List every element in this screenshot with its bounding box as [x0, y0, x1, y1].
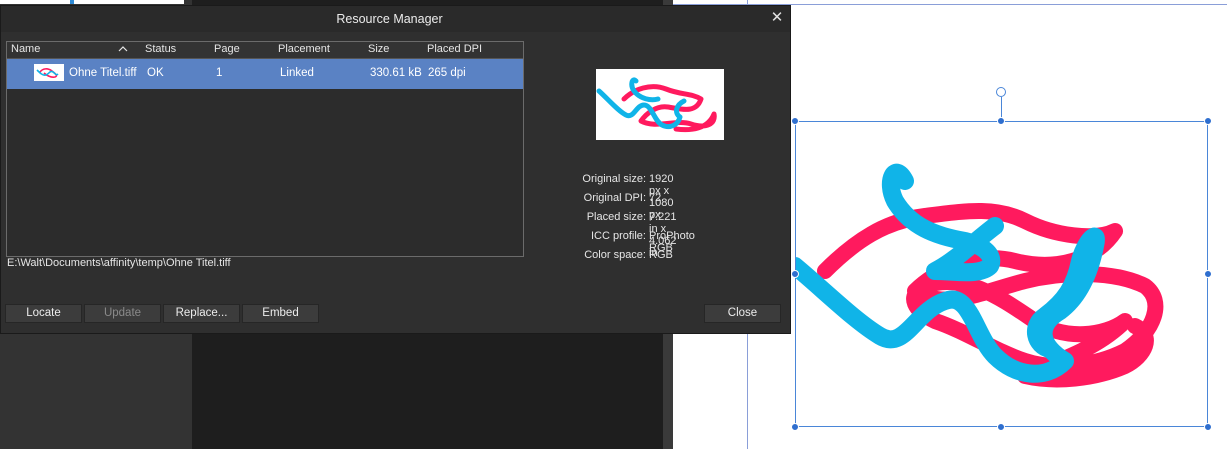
row-size: 330.61 kB — [370, 67, 422, 79]
resize-handle-bottom-left[interactable] — [791, 423, 799, 431]
close-button[interactable]: Close — [704, 304, 781, 323]
column-header-placement[interactable]: Placement — [278, 43, 330, 55]
original-size-label: Original size: — [582, 173, 646, 185]
original-dpi-label: Original DPI: — [583, 192, 646, 204]
table-row[interactable]: Ohne Titel.tiff OK 1 Linked 330.61 kB 26… — [7, 59, 523, 89]
resize-handle-left[interactable] — [791, 270, 799, 278]
rotation-handle[interactable] — [996, 87, 1006, 97]
row-page: 1 — [216, 67, 223, 79]
resize-handle-bottom-right[interactable] — [1204, 423, 1212, 431]
row-status: OK — [147, 67, 164, 79]
locate-button[interactable]: Locate — [5, 304, 82, 323]
file-path: E:\Walt\Documents\affinity\temp\Ohne Tit… — [7, 257, 231, 269]
column-header-placed-dpi[interactable]: Placed DPI — [427, 43, 482, 55]
selection-box — [795, 121, 1208, 427]
color-space-label: Color space: — [584, 249, 646, 261]
column-header-size[interactable]: Size — [368, 43, 389, 55]
update-button[interactable]: Update — [84, 304, 161, 323]
row-placement: Linked — [280, 67, 314, 79]
dialog-title: Resource Manager — [336, 12, 443, 26]
resize-handle-top-left[interactable] — [791, 117, 799, 125]
row-dpi: 265 dpi — [428, 67, 466, 79]
chevron-up-icon[interactable] — [118, 44, 128, 54]
dialog-titlebar[interactable]: Resource Manager ✕ — [1, 6, 790, 32]
panel-thumbnail — [0, 0, 184, 4]
list-header: Name Status Page Placement Size Placed D… — [7, 42, 523, 59]
resource-manager-dialog: Resource Manager ✕ Name Status Page Plac… — [0, 5, 791, 334]
icc-profile-label: ICC profile: — [590, 230, 646, 242]
column-header-page[interactable]: Page — [214, 43, 240, 55]
embed-button[interactable]: Embed — [242, 304, 319, 323]
column-header-status[interactable]: Status — [145, 43, 176, 55]
panel-indicator — [70, 0, 74, 4]
placed-size-label: Placed size: — [586, 211, 646, 223]
replace-button[interactable]: Replace... — [163, 304, 240, 323]
resize-handle-right[interactable] — [1204, 270, 1212, 278]
original-dpi-value: 72 — [649, 192, 662, 204]
column-header-name[interactable]: Name — [11, 43, 40, 55]
resource-list[interactable]: Name Status Page Placement Size Placed D… — [6, 41, 524, 257]
resource-preview — [596, 69, 724, 140]
resize-handle-top-right[interactable] — [1204, 117, 1212, 125]
close-icon[interactable]: ✕ — [768, 9, 786, 27]
resource-thumbnail — [34, 64, 64, 81]
resize-handle-bottom[interactable] — [997, 423, 1005, 431]
color-space-value: RGB — [649, 249, 673, 261]
row-name: Ohne Titel.tiff — [69, 67, 137, 79]
resize-handle-top[interactable] — [997, 117, 1005, 125]
